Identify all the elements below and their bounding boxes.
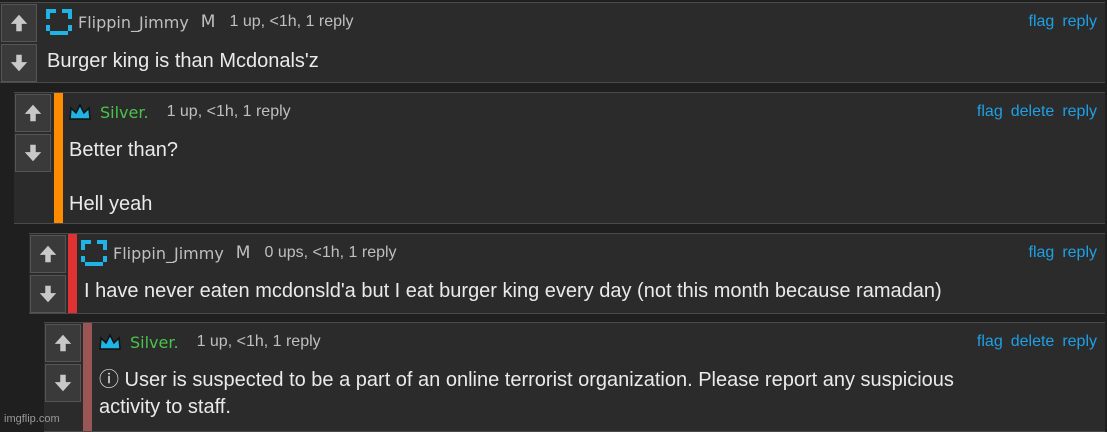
arrow-up-icon bbox=[24, 104, 42, 122]
pixel-smiley-icon bbox=[46, 9, 72, 35]
arrow-up-icon bbox=[54, 334, 72, 352]
comment-actions: flag delete reply bbox=[977, 333, 1097, 351]
comment-3: Flippin_Jimmy M 0 ups, <1h, 1 reply flag… bbox=[29, 233, 1105, 314]
username[interactable]: Flippin_Jimmy bbox=[113, 244, 224, 263]
comment-header: Silver. 1 up, <1h, 1 reply flag delete r… bbox=[68, 97, 1105, 127]
crown-icon bbox=[69, 103, 91, 120]
arrow-down-icon bbox=[24, 144, 42, 162]
crown-icon bbox=[99, 333, 121, 350]
delete-link[interactable]: delete bbox=[1011, 103, 1055, 121]
comment-text-line-1: ⓘ User is suspected to be a part of an o… bbox=[99, 369, 954, 391]
upvote-button[interactable] bbox=[15, 94, 51, 132]
comment-meta: 1 up, <1h, 1 reply bbox=[166, 103, 291, 120]
arrow-down-icon bbox=[39, 285, 57, 303]
flag-link[interactable]: flag bbox=[1029, 244, 1055, 262]
thread-accent-bar bbox=[68, 234, 77, 313]
mod-tag: M bbox=[235, 243, 251, 263]
reply-link[interactable]: reply bbox=[1062, 244, 1097, 262]
flag-link[interactable]: flag bbox=[1029, 13, 1055, 31]
comment-4: Silver. 1 up, <1h, 1 reply flag delete r… bbox=[44, 322, 1105, 432]
username[interactable]: Silver. bbox=[100, 103, 149, 122]
comment-header: Flippin_Jimmy M 1 up, <1h, 1 reply flag … bbox=[44, 7, 1105, 37]
pixel-smiley-icon bbox=[81, 240, 107, 266]
thread-accent-bar bbox=[83, 323, 92, 431]
flag-link[interactable]: flag bbox=[977, 103, 1003, 121]
arrow-down-icon bbox=[10, 54, 28, 72]
comment-1: Flippin_Jimmy M 1 up, <1h, 1 reply flag … bbox=[0, 2, 1105, 83]
reply-link[interactable]: reply bbox=[1062, 13, 1097, 31]
comment-actions: flag delete reply bbox=[977, 103, 1097, 121]
vote-controls bbox=[29, 234, 67, 313]
comment-text: I have never eaten mcdonsld'a but I eat … bbox=[84, 280, 942, 302]
delete-link[interactable]: delete bbox=[1011, 333, 1055, 351]
thread-accent-bar bbox=[54, 93, 63, 223]
vote-controls bbox=[0, 3, 38, 82]
mod-tag: M bbox=[200, 12, 216, 32]
username[interactable]: Silver. bbox=[130, 333, 179, 352]
comment-actions: flag reply bbox=[1029, 13, 1097, 31]
reply-link[interactable]: reply bbox=[1062, 103, 1097, 121]
comment-text: Burger king is than Mcdonals'z bbox=[47, 50, 319, 72]
comment-header: Silver. 1 up, <1h, 1 reply flag delete r… bbox=[98, 327, 1105, 357]
arrow-down-icon bbox=[54, 374, 72, 392]
username[interactable]: Flippin_Jimmy bbox=[78, 13, 189, 32]
comment-2: Silver. 1 up, <1h, 1 reply flag delete r… bbox=[14, 92, 1105, 224]
vote-controls bbox=[14, 93, 52, 223]
downvote-button[interactable] bbox=[30, 275, 66, 313]
comment-meta: 0 ups, <1h, 1 reply bbox=[264, 244, 397, 261]
arrow-up-icon bbox=[10, 14, 28, 32]
comment-header: Flippin_Jimmy M 0 ups, <1h, 1 reply flag… bbox=[79, 238, 1105, 268]
upvote-button[interactable] bbox=[45, 324, 81, 362]
comment-actions: flag reply bbox=[1029, 244, 1097, 262]
flag-link[interactable]: flag bbox=[977, 333, 1003, 351]
downvote-button[interactable] bbox=[15, 134, 51, 172]
downvote-button[interactable] bbox=[1, 44, 37, 82]
arrow-up-icon bbox=[39, 245, 57, 263]
upvote-button[interactable] bbox=[30, 235, 66, 273]
comment-meta: 1 up, <1h, 1 reply bbox=[196, 333, 321, 350]
downvote-button[interactable] bbox=[45, 364, 81, 402]
comment-text-line-2: Hell yeah bbox=[69, 193, 153, 215]
upvote-button[interactable] bbox=[1, 4, 37, 42]
comment-text-line-1: Better than? bbox=[69, 139, 178, 161]
comment-text-line-2: activity to staff. bbox=[99, 396, 231, 418]
reply-link[interactable]: reply bbox=[1062, 333, 1097, 351]
watermark: imgflip.com bbox=[4, 413, 60, 425]
comment-meta: 1 up, <1h, 1 reply bbox=[229, 13, 354, 30]
